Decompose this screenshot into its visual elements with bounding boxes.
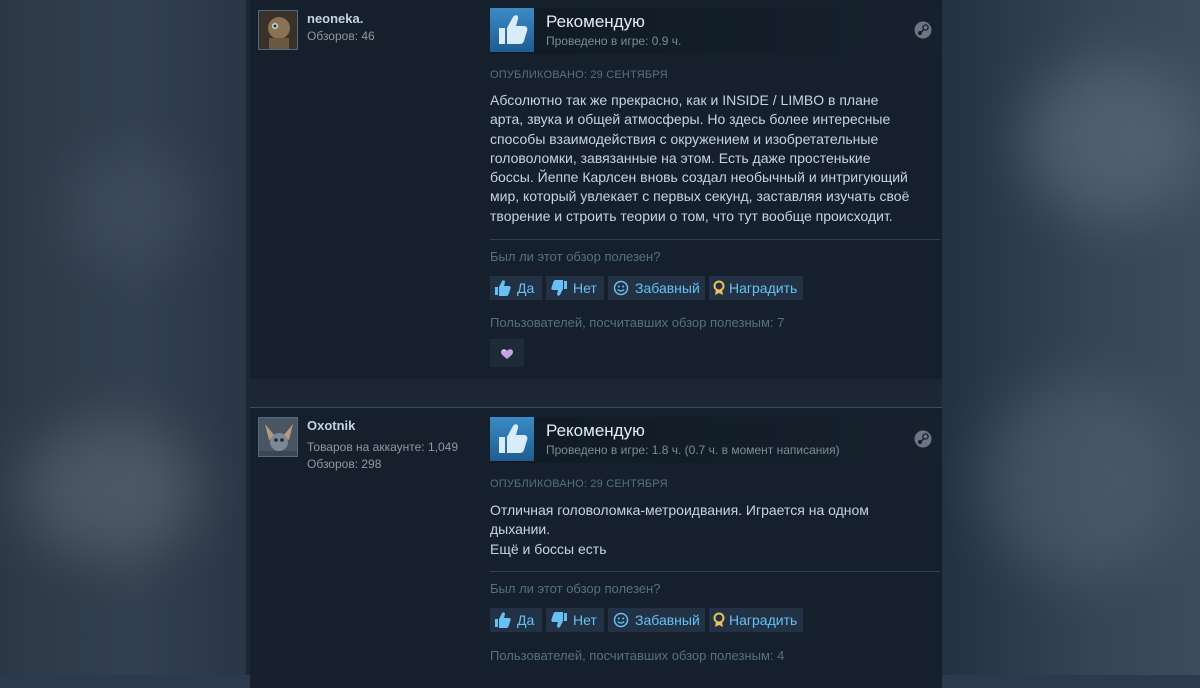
posted-date: ОПУБЛИКОВАНО: 29 СЕНТЯБРЯ bbox=[490, 69, 668, 81]
background-right bbox=[942, 0, 1200, 675]
review-card: Oxotnik Товаров на аккаунте: 1,049 Обзор… bbox=[250, 407, 942, 688]
helpful-count: Пользователей, посчитавших обзор полезны… bbox=[490, 648, 785, 663]
review-text: Абсолютно так же прекрасно, как и INSIDE… bbox=[490, 92, 910, 224]
award-label: Наградить bbox=[729, 612, 798, 628]
smile-icon bbox=[613, 280, 629, 296]
avatar[interactable] bbox=[258, 417, 298, 457]
vote-header[interactable]: Рекомендую Проведено в игре: 1.8 ч. (0.7… bbox=[490, 417, 940, 463]
award-icon bbox=[713, 280, 725, 295]
award-label: Наградить bbox=[729, 280, 798, 296]
vote-yes-button[interactable]: Да bbox=[490, 608, 542, 632]
review-text: Отличная головоломка-метроидвания. Играе… bbox=[490, 502, 869, 557]
award-button[interactable]: Наградить bbox=[709, 276, 803, 300]
thumbs-up-icon bbox=[490, 417, 534, 461]
thumbs-up-icon bbox=[495, 280, 511, 296]
vote-funny-label: Забавный bbox=[635, 612, 700, 628]
helpful-question: Был ли этот обзор полезен? bbox=[490, 581, 661, 596]
vote-funny-button[interactable]: Забавный bbox=[608, 608, 705, 632]
review-verdict: Рекомендую bbox=[546, 12, 645, 31]
vote-no-button[interactable]: Нет bbox=[546, 276, 604, 300]
author-name[interactable]: neoneka. bbox=[307, 11, 363, 26]
vote-yes-label: Да bbox=[517, 280, 535, 296]
review-verdict: Рекомендую bbox=[546, 421, 645, 440]
award-icon bbox=[713, 612, 725, 627]
vote-yes-button[interactable]: Да bbox=[490, 276, 542, 300]
vote-no-button[interactable]: Нет bbox=[546, 608, 604, 632]
hours-played: Проведено в игре: 1.8 ч. (0.7 ч. в момен… bbox=[546, 443, 840, 457]
helpful-question: Был ли этот обзор полезен? bbox=[490, 249, 661, 264]
thumbs-up-icon bbox=[495, 612, 511, 628]
vote-header[interactable]: Рекомендую Проведено в игре: 0.9 ч. bbox=[490, 8, 940, 54]
posted-date: ОПУБЛИКОВАНО: 29 СЕНТЯБРЯ bbox=[490, 478, 668, 490]
vote-no-label: Нет bbox=[573, 280, 597, 296]
vote-no-label: Нет bbox=[573, 612, 597, 628]
vote-funny-button[interactable]: Забавный bbox=[608, 276, 705, 300]
divider bbox=[490, 239, 940, 240]
steam-icon bbox=[914, 430, 932, 448]
award-button[interactable]: Наградить bbox=[709, 608, 803, 632]
author-review-count[interactable]: Обзоров: 298 bbox=[307, 456, 381, 473]
received-award-badge[interactable] bbox=[490, 339, 524, 367]
review-card: neoneka. Обзоров: 46 Рекомендую Проведен… bbox=[250, 0, 942, 379]
thumbs-down-icon bbox=[551, 612, 567, 628]
thumbs-up-icon bbox=[490, 8, 534, 52]
steam-icon bbox=[914, 21, 932, 39]
avatar[interactable] bbox=[258, 10, 298, 50]
vote-yes-label: Да bbox=[517, 612, 535, 628]
thumbs-down-icon bbox=[551, 280, 567, 296]
smile-icon bbox=[613, 612, 629, 628]
helpful-count: Пользователей, посчитавших обзор полезны… bbox=[490, 315, 785, 330]
hours-played: Проведено в игре: 0.9 ч. bbox=[546, 34, 682, 48]
vote-funny-label: Забавный bbox=[635, 280, 700, 296]
divider bbox=[490, 571, 940, 572]
author-products-count[interactable]: Товаров на аккаунте: 1,049 bbox=[307, 439, 458, 456]
award-heart-icon bbox=[501, 349, 513, 359]
author-name[interactable]: Oxotnik bbox=[307, 418, 355, 433]
author-review-count[interactable]: Обзоров: 46 bbox=[307, 28, 375, 45]
background-left bbox=[0, 0, 250, 675]
